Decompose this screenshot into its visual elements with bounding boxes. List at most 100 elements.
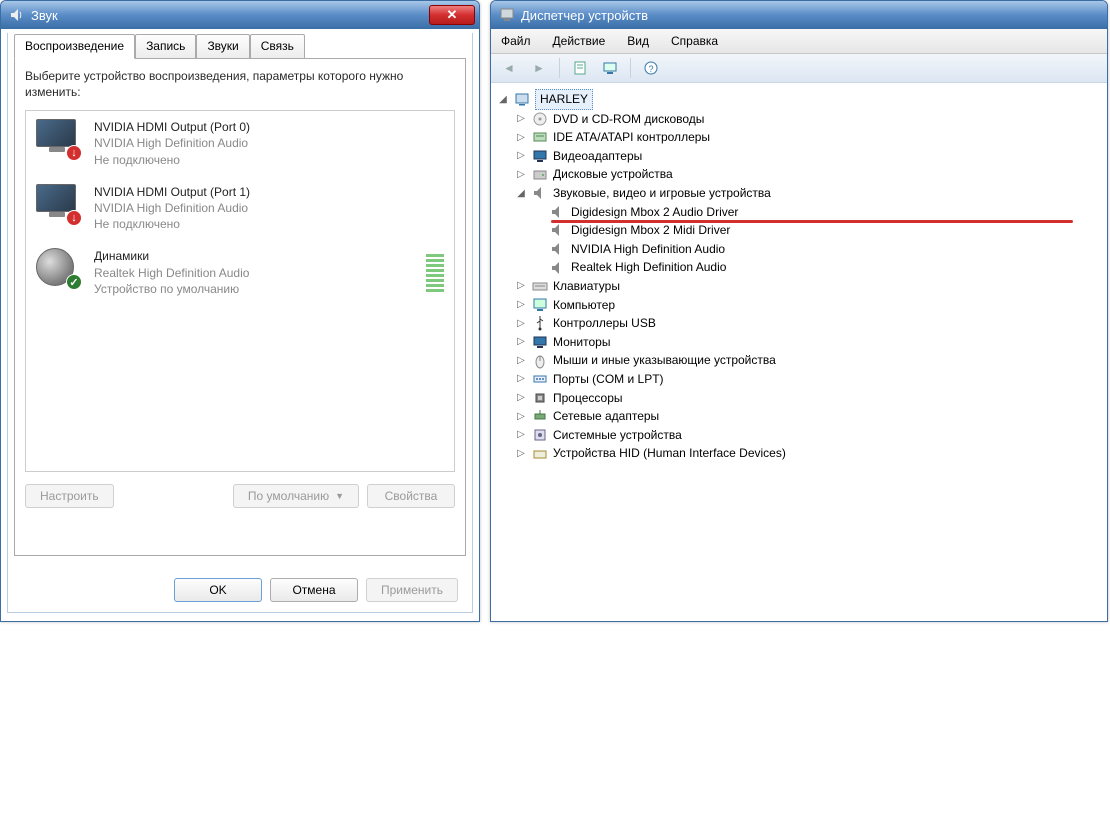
tree-category[interactable]: ▷IDE ATA/ATAPI контроллеры xyxy=(497,128,1103,147)
computer-icon xyxy=(531,297,549,313)
collapse-icon[interactable]: ◢ xyxy=(497,92,509,108)
tree-category[interactable]: ▷ Порты (COM и LPT) xyxy=(497,370,1103,389)
svg-text:?: ? xyxy=(648,64,653,74)
category-label: Системные устройства xyxy=(553,426,682,445)
device-sub: Realtek High Definition Audio xyxy=(94,265,416,281)
category-label: Процессоры xyxy=(553,389,623,408)
tree-category[interactable]: ◢ Звуковые, видео и игровые устройства xyxy=(497,184,1103,203)
scan-button[interactable] xyxy=(598,57,622,79)
tab-sounds[interactable]: Звуки xyxy=(196,34,249,59)
computer-icon xyxy=(602,60,618,76)
playback-panel: Выберите устройство воспроизведения, пар… xyxy=(14,58,466,556)
expand-icon[interactable]: ◢ xyxy=(515,186,527,202)
tree-root[interactable]: ◢ HARLEY xyxy=(497,89,1103,110)
expand-icon[interactable]: ▷ xyxy=(515,390,527,406)
expand-icon[interactable]: ▷ xyxy=(515,409,527,425)
device-status: Устройство по умолчанию xyxy=(94,281,416,297)
device-item[interactable]: ✓ Динамики Realtek High Definition Audio… xyxy=(26,240,454,305)
tree-category[interactable]: ▷ Процессоры xyxy=(497,389,1103,408)
tree-device[interactable]: Digidesign Mbox 2 Audio Driver xyxy=(497,203,1103,222)
device-item[interactable]: ↓ NVIDIA HDMI Output (Port 1) NVIDIA Hig… xyxy=(26,176,454,241)
sound-device-icon xyxy=(549,241,567,257)
device-list[interactable]: ↓ NVIDIA HDMI Output (Port 0) NVIDIA Hig… xyxy=(25,110,455,472)
apply-button[interactable]: Применить xyxy=(366,578,458,602)
back-button[interactable]: ◄ xyxy=(497,57,521,79)
tree-device[interactable]: Realtek High Definition Audio xyxy=(497,258,1103,277)
tree-category[interactable]: ▷Дисковые устройства xyxy=(497,165,1103,184)
disc-icon xyxy=(531,111,549,127)
close-button[interactable]: ✕ xyxy=(429,5,475,25)
mouse-icon xyxy=(531,353,549,369)
ok-button[interactable]: OK xyxy=(174,578,262,602)
system-icon xyxy=(531,427,549,443)
tree-category[interactable]: ▷ Сетевые адаптеры xyxy=(497,407,1103,426)
arrow-left-icon: ◄ xyxy=(503,61,515,75)
close-icon: ✕ xyxy=(447,7,458,23)
menu-file[interactable]: Файл xyxy=(497,31,535,51)
expand-icon[interactable]: ▷ xyxy=(515,371,527,387)
expand-icon[interactable]: ▷ xyxy=(515,278,527,294)
monitor-icon: ↓ xyxy=(36,184,84,224)
expand-icon[interactable]: ▷ xyxy=(515,353,527,369)
device-name: Динамики xyxy=(94,248,416,264)
expand-icon[interactable]: ▷ xyxy=(515,111,527,127)
sound-titlebar[interactable]: Звук ✕ xyxy=(1,1,479,29)
properties-button[interactable]: Свойства xyxy=(367,484,455,508)
separator xyxy=(559,58,560,78)
tree-category[interactable]: ▷ Видеоадаптеры xyxy=(497,147,1103,166)
expand-icon[interactable]: ▷ xyxy=(515,130,527,146)
category-label: DVD и CD-ROM дисководы xyxy=(553,110,704,129)
tab-playback[interactable]: Воспроизведение xyxy=(14,34,135,59)
cancel-button[interactable]: Отмена xyxy=(270,578,358,602)
expand-icon[interactable]: ▷ xyxy=(515,316,527,332)
device-item[interactable]: ↓ NVIDIA HDMI Output (Port 0) NVIDIA Hig… xyxy=(26,111,454,176)
menu-action[interactable]: Действие xyxy=(549,31,610,51)
help-toolbar-button[interactable]: ? xyxy=(639,57,663,79)
tree-category[interactable]: ▷ Системные устройства xyxy=(497,426,1103,445)
sound-device-icon xyxy=(549,222,567,238)
device-manager-icon xyxy=(499,7,515,23)
status-badge-error-icon: ↓ xyxy=(66,210,82,226)
tab-communications[interactable]: Связь xyxy=(250,34,305,59)
category-label: Сетевые адаптеры xyxy=(553,407,659,426)
root-label: HARLEY xyxy=(535,89,593,110)
tree-category[interactable]: ▷Контроллеры USB xyxy=(497,314,1103,333)
tree-device[interactable]: Digidesign Mbox 2 Midi Driver xyxy=(497,221,1103,240)
expand-icon[interactable]: ▷ xyxy=(515,167,527,183)
expand-icon[interactable]: ▷ xyxy=(515,446,527,462)
tree-category[interactable]: ▷Устройства HID (Human Interface Devices… xyxy=(497,444,1103,463)
category-label: Мониторы xyxy=(553,333,610,352)
tab-recording[interactable]: Запись xyxy=(135,34,196,59)
category-label: Мыши и иные указывающие устройства xyxy=(553,351,776,370)
status-badge-ok-icon: ✓ xyxy=(66,274,82,290)
expand-icon[interactable]: ▷ xyxy=(515,427,527,443)
tree-category[interactable]: ▷ Мониторы xyxy=(497,333,1103,352)
tree-category[interactable]: ▷Компьютер xyxy=(497,296,1103,315)
devmgr-titlebar[interactable]: Диспетчер устройств xyxy=(491,1,1107,29)
category-label: Звуковые, видео и игровые устройства xyxy=(553,184,771,203)
menu-help[interactable]: Справка xyxy=(667,31,722,51)
properties-toolbar-button[interactable] xyxy=(568,57,592,79)
speaker-icon xyxy=(9,7,25,23)
tree-category[interactable]: ▷ DVD и CD-ROM дисководы xyxy=(497,110,1103,129)
sound-dialog: Звук ✕ Воспроизведение Запись Звуки Связ… xyxy=(0,0,480,622)
forward-button[interactable]: ► xyxy=(527,57,551,79)
sound-title: Звук xyxy=(31,8,58,23)
chevron-down-icon: ▼ xyxy=(335,491,344,501)
device-status: Не подключено xyxy=(94,216,444,232)
port-icon xyxy=(531,371,549,387)
hdd-icon xyxy=(531,167,549,183)
tree-device[interactable]: NVIDIA High Definition Audio xyxy=(497,240,1103,259)
category-label: Видеоадаптеры xyxy=(553,147,642,166)
category-label: Порты (COM и LPT) xyxy=(553,370,664,389)
set-default-button[interactable]: По умолчанию▼ xyxy=(233,484,359,508)
tree-category[interactable]: ▷Клавиатуры xyxy=(497,277,1103,296)
expand-icon[interactable]: ▷ xyxy=(515,334,527,350)
expand-icon[interactable]: ▷ xyxy=(515,297,527,313)
sound-body: Воспроизведение Запись Звуки Связь Выбер… xyxy=(7,33,473,613)
menu-view[interactable]: Вид xyxy=(623,31,653,51)
expand-icon[interactable]: ▷ xyxy=(515,148,527,164)
configure-button[interactable]: Настроить xyxy=(25,484,114,508)
device-tree[interactable]: ◢ HARLEY ▷ DVD и CD-ROM дисководы▷IDE ATA/A… xyxy=(491,83,1107,621)
tree-category[interactable]: ▷ Мыши и иные указывающие устройства xyxy=(497,351,1103,370)
